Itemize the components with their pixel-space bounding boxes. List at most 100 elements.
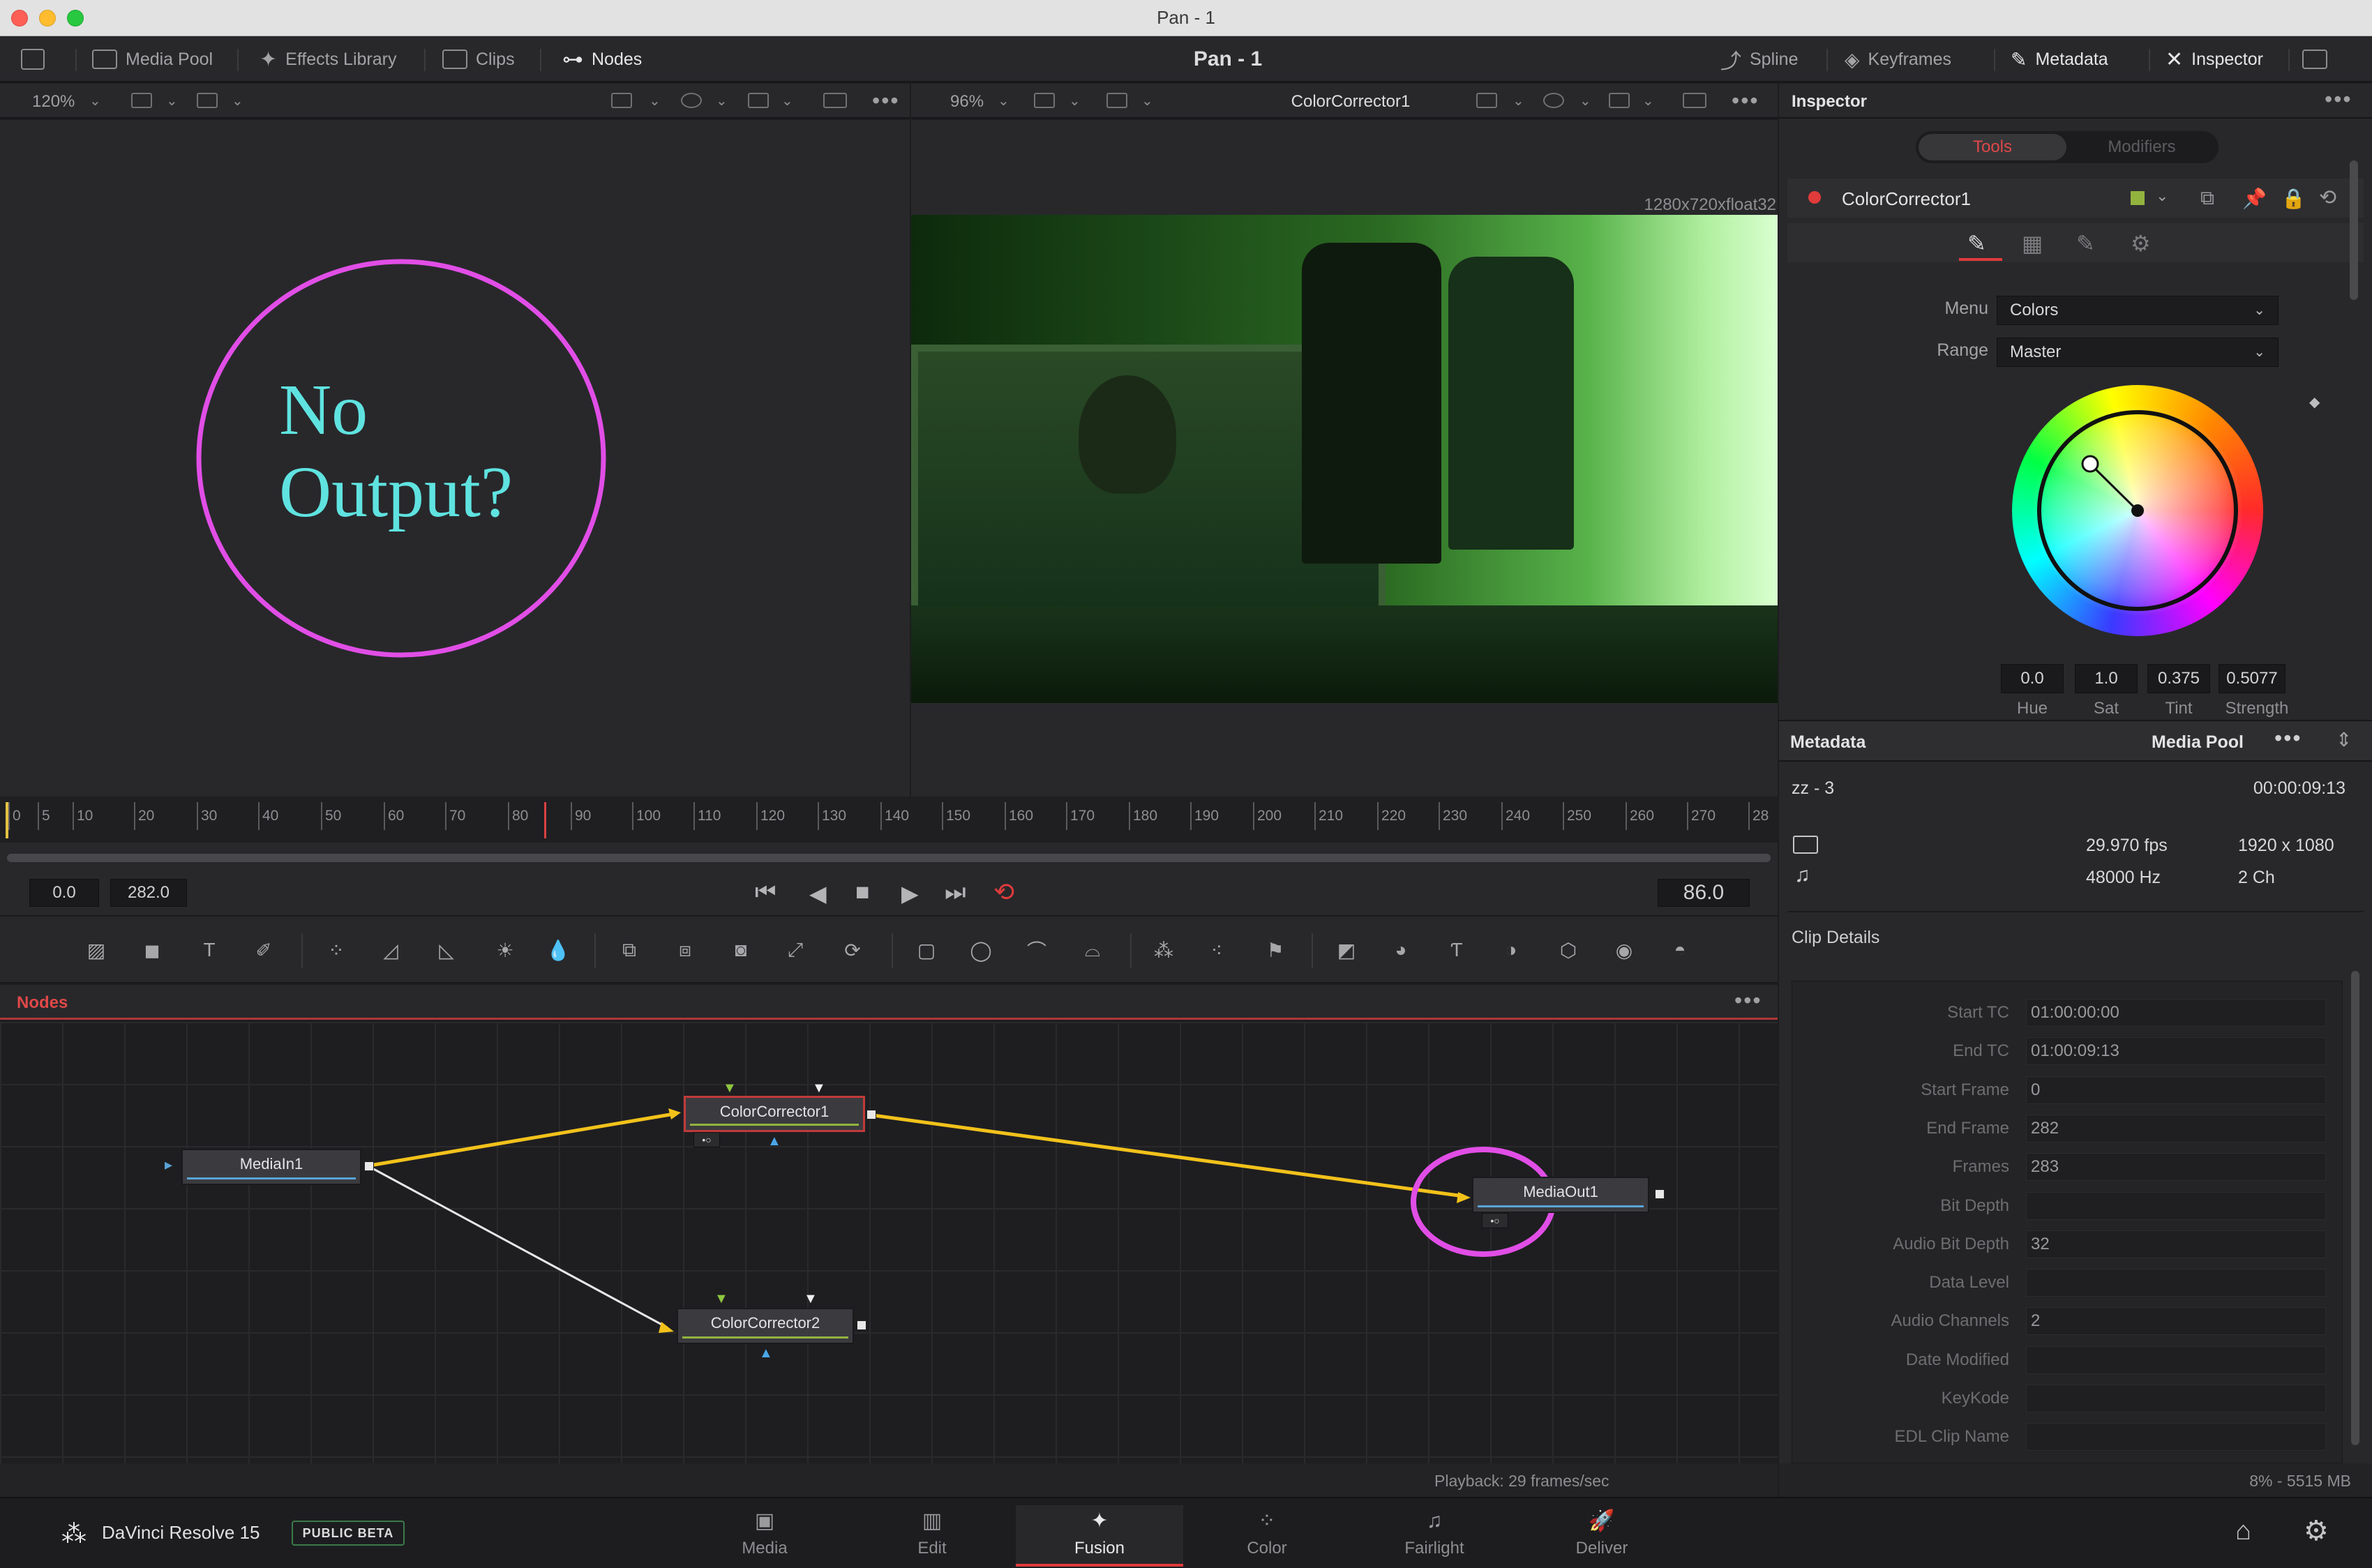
color-corrector-1-node[interactable]: ColorCorrector1 (684, 1096, 865, 1132)
inspector-button[interactable]: ✕ Inspector (2165, 45, 2263, 74)
grid-icon[interactable] (1609, 93, 1630, 108)
levels-tab-icon[interactable]: ▦ (2022, 230, 2043, 257)
renderer-3d-icon[interactable]: ◕ (1386, 936, 1416, 964)
inspector-more-options-icon[interactable]: ••• (2325, 86, 2352, 112)
chevron-down-icon[interactable]: ⌄ (716, 92, 728, 110)
color-channel-icon[interactable] (681, 93, 702, 108)
global-end-field[interactable]: 282.0 (110, 879, 187, 907)
settings-tab-icon[interactable]: ⚙ (2131, 230, 2151, 257)
cc1-output-port[interactable] (866, 1110, 876, 1120)
color-correct-icon[interactable]: ◺ (431, 936, 462, 964)
chevron-down-icon[interactable]: ⌄ (1141, 92, 1153, 110)
clip-detail-value-field[interactable]: 282 (2026, 1114, 2326, 1143)
render-range-start[interactable] (6, 802, 8, 838)
page-edit[interactable]: ▥ Edit (848, 1505, 1016, 1567)
version-icon[interactable]: ⧉ (2200, 187, 2214, 210)
pemitter-icon[interactable]: ⁂ (1148, 936, 1179, 964)
metadata-source[interactable]: Media Pool (2152, 732, 2244, 753)
fullscreen-button[interactable] (2302, 45, 2327, 74)
tab-tools[interactable]: Tools (1919, 134, 2066, 160)
sat-field[interactable]: 1.0 (2075, 664, 2138, 693)
roi-icon[interactable] (611, 93, 632, 108)
global-start-field[interactable]: 0.0 (29, 879, 99, 907)
blur-tool-icon[interactable]: 💧 (543, 936, 573, 964)
chevron-down-icon[interactable]: ⌄ (649, 92, 661, 110)
keyframe-diamond-icon[interactable]: ◆ (2309, 393, 2320, 411)
tab-modifiers[interactable]: Modifiers (2068, 134, 2216, 160)
clip-detail-value-field[interactable] (2026, 1385, 2326, 1412)
tool-color-swatch[interactable] (2131, 191, 2145, 205)
color-corrector-2-node[interactable]: ColorCorrector2 (677, 1308, 854, 1344)
go-to-start-icon[interactable]: ⏮ (755, 879, 776, 906)
background-tool-icon[interactable]: ▨ (81, 936, 112, 964)
current-frame-field[interactable]: 86.0 (1658, 879, 1750, 907)
camera-3d-icon[interactable]: ◉ (1609, 936, 1639, 964)
clip-detail-value-field[interactable]: 0 (2026, 1076, 2326, 1104)
color-curves-icon[interactable]: ◿ (375, 936, 406, 964)
page-media[interactable]: ▣ Media (681, 1505, 848, 1567)
brightness-contrast-icon[interactable]: ☀ (490, 936, 520, 964)
ellipse-mask-icon[interactable]: ◯ (966, 936, 996, 964)
step-back-icon[interactable]: ◀ (809, 880, 827, 907)
expand-collapse-icon[interactable]: ⇕ (2336, 728, 2352, 751)
scrollbar-thumb[interactable] (7, 854, 1771, 862)
bspline-mask-icon[interactable]: ⌓ (1077, 936, 1108, 964)
wheel-handle[interactable] (2012, 385, 2263, 636)
playhead[interactable] (544, 802, 546, 838)
clip-detail-value-field[interactable]: 32 (2026, 1230, 2326, 1258)
page-color[interactable]: ⁘ Color (1183, 1505, 1351, 1567)
blue-mask-triangle-icon[interactable]: ▲ (759, 1345, 773, 1362)
time-ruler[interactable]: 0 5 10 20 30 40 50 60 70 80 90 100 110 120 130 140 150 16… (0, 797, 1778, 843)
chevron-down-icon[interactable]: ⌄ (781, 92, 793, 110)
cc1-preview-toggle[interactable]: •○ (693, 1132, 720, 1147)
spotlight-3d-icon[interactable]: ◓ (1665, 936, 1695, 964)
image-plane-3d-icon[interactable]: ◩ (1331, 936, 1362, 964)
play-forward-icon[interactable]: ▶ (901, 880, 919, 907)
reset-icon[interactable]: ⟲ (2319, 186, 2336, 210)
matte-control-icon[interactable]: ◙ (726, 936, 756, 964)
right-viewer[interactable]: 1280x720xfloat32 (911, 120, 1778, 797)
chevron-down-icon[interactable]: ⌄ (1642, 92, 1654, 110)
page-fusion[interactable]: ✦ Fusion (1016, 1505, 1183, 1567)
clip-detail-value-field[interactable] (2026, 1191, 2326, 1220)
node-editor[interactable]: MediaIn1 ▸ ColorCorrector1 ▼ ▼ ▲ •○ Colo… (0, 1022, 1778, 1463)
text-3d-icon[interactable]: Ƭ (1441, 936, 1472, 964)
lock-icon[interactable]: 🔒 (2281, 187, 2306, 210)
merge-3d-icon[interactable]: ◑ (1496, 936, 1526, 964)
settings-gear-icon[interactable]: ⚙ (2304, 1515, 2329, 1547)
roi-icon[interactable] (1476, 93, 1497, 108)
safe-area-icon[interactable] (823, 93, 847, 108)
media-out-output-port[interactable] (1655, 1189, 1665, 1199)
chevron-down-icon[interactable]: ⌄ (1069, 92, 1081, 110)
options-tab-icon[interactable]: ✎ (2076, 230, 2095, 257)
media-in-output-port[interactable] (364, 1161, 374, 1171)
chevron-down-icon[interactable]: ⌄ (89, 92, 101, 110)
blue-mask-triangle-icon[interactable]: ▲ (767, 1133, 781, 1149)
clip-detail-value-field[interactable] (2026, 1345, 2326, 1374)
loop-icon[interactable]: ⟲ (993, 877, 1014, 907)
particles-tool-icon[interactable]: ⁘ (321, 936, 352, 964)
media-out-node[interactable]: MediaOut1 (1472, 1177, 1649, 1213)
shape-3d-icon[interactable]: ⬡ (1553, 936, 1584, 964)
stop-icon[interactable]: ■ (855, 879, 870, 906)
nodes-button[interactable]: ⊶ Nodes (562, 45, 642, 74)
chevron-down-icon[interactable]: ⌄ (1579, 92, 1591, 110)
clip-detail-value-field[interactable]: 01:00:09:13 (2026, 1037, 2326, 1066)
left-zoom-value[interactable]: 120% (32, 92, 75, 112)
metadata-more-options-icon[interactable]: ••• (2274, 725, 2302, 751)
range-dropdown[interactable]: Master ⌄ (1997, 338, 2279, 367)
polygon-mask-icon[interactable]: ⌒ (1021, 936, 1052, 964)
keyframes-button[interactable]: ◈ Keyframes (1845, 45, 1951, 74)
inspector-scrollbar[interactable] (2350, 160, 2358, 300)
spline-button[interactable]: ⤴ Spline (1720, 45, 1799, 74)
metadata-scrollbar[interactable] (2351, 971, 2359, 1445)
strength-field[interactable]: 0.5077 (2219, 664, 2285, 693)
view-mode-icon[interactable] (1106, 93, 1127, 108)
white-input-triangle-icon[interactable]: ▼ (804, 1291, 818, 1307)
chevron-down-icon[interactable]: ⌄ (2156, 187, 2168, 205)
chevron-down-icon[interactable]: ⌄ (1512, 92, 1524, 110)
more-options-icon[interactable]: ••• (1732, 88, 1759, 114)
transform-tool-icon[interactable]: ⟳ (837, 936, 868, 964)
chevron-down-icon[interactable]: ⌄ (998, 92, 1009, 110)
effects-library-button[interactable]: ✦ Effects Library (260, 45, 396, 74)
